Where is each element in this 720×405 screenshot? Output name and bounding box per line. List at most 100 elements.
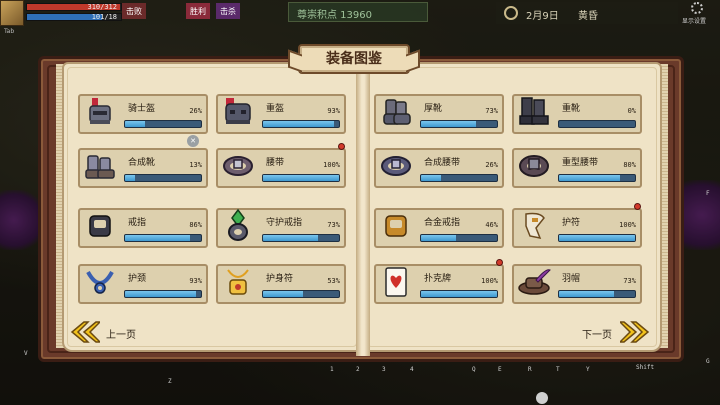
heavy-helmet-icon <box>216 90 260 134</box>
player-status-hud: Tab 310/312 101/18 <box>0 0 130 44</box>
key-hint-r: R <box>528 366 532 373</box>
progress-bar <box>558 234 636 242</box>
equipment-name: 重靴 <box>562 104 581 114</box>
equipment-card[interactable]: 合金戒指 46% <box>374 208 504 248</box>
equipment-card[interactable]: 护符 100% <box>512 203 642 248</box>
key-hint-q: Q <box>472 366 476 373</box>
progress-bar <box>558 174 636 182</box>
progress-fill <box>421 175 441 181</box>
key-hint-z: Z <box>168 378 172 385</box>
equipment-card[interactable]: 重盔 93% <box>216 94 346 134</box>
key-hint-shift: Shift <box>636 364 655 371</box>
progress-fill <box>125 121 145 127</box>
equipment-card[interactable]: 厚靴 73% <box>374 94 504 134</box>
key-hint-v: V <box>24 350 28 357</box>
new-badge-dot <box>496 259 503 266</box>
equipment-name: 守护戒指 <box>266 218 303 228</box>
hud-badge-1: 击败 <box>122 3 146 19</box>
collection-percent: 93% <box>327 107 340 115</box>
progress-fill <box>559 235 635 241</box>
key-hint-t: T <box>556 366 560 373</box>
belt-icon <box>216 144 260 188</box>
player-avatar[interactable] <box>0 0 24 26</box>
book-title: 装备图鉴 <box>298 44 410 74</box>
progress-fill <box>421 235 456 241</box>
equipment-card[interactable]: 护颈 93% <box>78 264 208 304</box>
double-chevron-left-icon <box>70 321 100 343</box>
equipment-card[interactable]: 重型腰带 80% <box>512 148 642 188</box>
progress-fill <box>125 175 135 181</box>
equipment-name: 骑士盔 <box>128 104 156 114</box>
settings-button[interactable]: 显示设置 <box>682 2 712 25</box>
collection-percent: 100% <box>481 277 498 285</box>
collection-percent: 26% <box>485 161 498 169</box>
progress-fill <box>263 235 319 241</box>
progress-fill <box>559 291 615 297</box>
collection-percent: 73% <box>485 107 498 115</box>
ring-icon <box>78 204 122 248</box>
equipment-name: 羽帽 <box>562 274 581 284</box>
collection-percent: 86% <box>189 221 202 229</box>
equipment-card[interactable]: 戒指 86% <box>78 208 208 248</box>
tab-key-hint: Tab <box>4 28 15 35</box>
collection-percent: 73% <box>327 221 340 229</box>
progress-fill <box>263 175 339 181</box>
heavy-boots-icon <box>512 90 556 134</box>
double-chevron-right-icon <box>620 321 650 343</box>
progress-bar <box>420 234 498 242</box>
time-display: 2月9日 黄昏 <box>496 2 678 24</box>
equipment-name: 重盔 <box>266 104 285 114</box>
progress-bar <box>420 120 498 128</box>
collection-percent: 0% <box>627 107 636 115</box>
sun-icon <box>504 6 518 20</box>
equipment-name: 合成腰带 <box>424 158 461 168</box>
collection-percent: 53% <box>327 277 340 285</box>
key-hint-y: Y <box>586 366 590 373</box>
next-page-button[interactable]: 下一页 <box>580 320 650 344</box>
equipment-card[interactable]: 重靴 0% <box>512 94 642 134</box>
progress-bar <box>124 120 202 128</box>
progress-bar <box>262 120 340 128</box>
equipment-card[interactable]: 羽帽 73% <box>512 264 642 304</box>
equipment-card[interactable]: 合成靴 13% <box>78 148 208 188</box>
collection-percent: 73% <box>623 277 636 285</box>
progress-bar <box>420 174 498 182</box>
collection-percent: 100% <box>323 161 340 169</box>
key-hint-f: F <box>706 190 710 197</box>
progress-fill <box>125 235 191 241</box>
time-of-day-text: 黄昏 <box>578 11 598 22</box>
equipment-card[interactable]: 守护戒指 73% <box>216 208 346 248</box>
alloy-ring-icon <box>374 204 418 248</box>
hud-badge-2: 胜利 <box>186 3 210 19</box>
next-page-label: 下一页 <box>582 330 612 341</box>
prev-page-button[interactable]: 上一页 <box>70 320 150 344</box>
hp-value: 310/312 <box>87 3 117 11</box>
guardian-ring-icon <box>216 204 260 248</box>
book-spine <box>356 58 370 356</box>
equipment-name: 扑克牌 <box>424 274 452 284</box>
hud-badge-3: 击杀 <box>216 3 240 19</box>
progress-bar <box>420 290 498 298</box>
equipment-card[interactable]: 腰带 100% <box>216 143 346 188</box>
equipment-card[interactable]: 扑克牌 100% <box>374 259 504 304</box>
equipment-card[interactable]: 护身符 53% <box>216 264 346 304</box>
key-hint-3: 3 <box>382 366 386 373</box>
key-hint-g: G <box>706 358 710 365</box>
progress-bar <box>262 234 340 242</box>
key-hint-2: 2 <box>356 366 360 373</box>
collection-percent: 100% <box>619 221 636 229</box>
progress-fill <box>263 121 334 127</box>
equipment-card[interactable]: 合成腰带 26% <box>374 148 504 188</box>
key-hint-1: 1 <box>330 366 334 373</box>
talisman-icon <box>512 204 556 248</box>
close-icon[interactable]: ✕ <box>187 135 199 147</box>
gear-icon <box>691 2 703 14</box>
key-hint-e: E <box>498 366 502 373</box>
collection-percent: 80% <box>623 161 636 169</box>
new-badge-dot <box>634 203 641 210</box>
progress-fill <box>125 291 196 297</box>
progress-bar <box>558 290 636 298</box>
equipment-card[interactable]: 骑士盔 26% <box>78 94 208 134</box>
heavy-belt-icon <box>512 144 556 188</box>
mp-value: 101/18 <box>91 13 117 21</box>
